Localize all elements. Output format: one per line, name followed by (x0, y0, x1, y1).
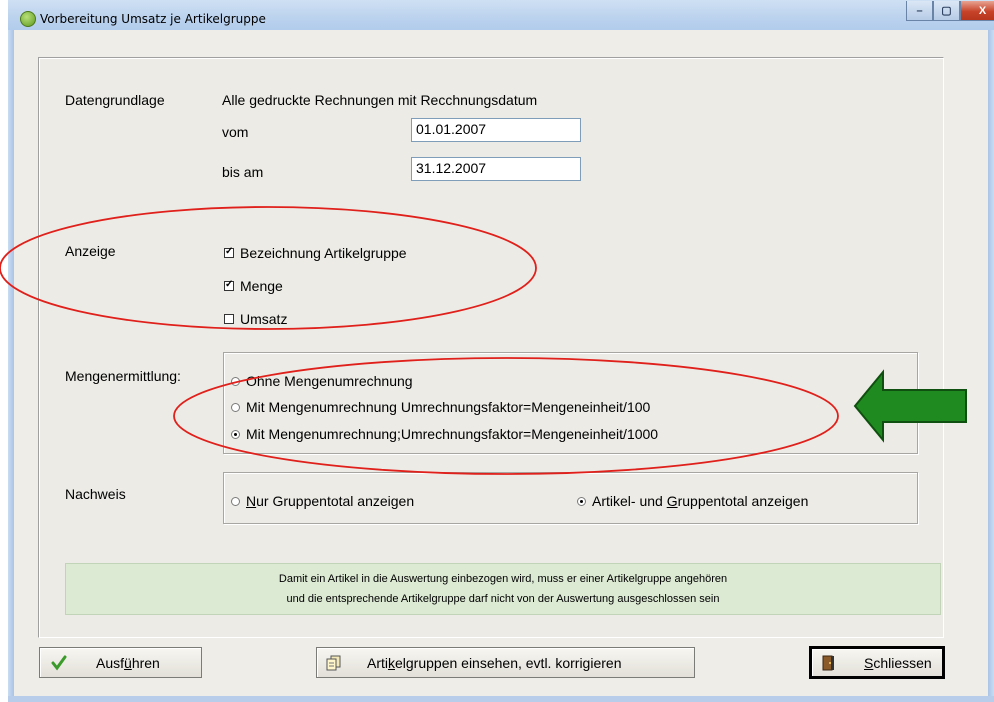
arrow-left-icon (853, 369, 967, 443)
annotation-overlay (0, 206, 967, 475)
highlight-ellipse-anzeige (0, 206, 537, 330)
highlight-ellipse-mengenermittlung (173, 357, 839, 475)
